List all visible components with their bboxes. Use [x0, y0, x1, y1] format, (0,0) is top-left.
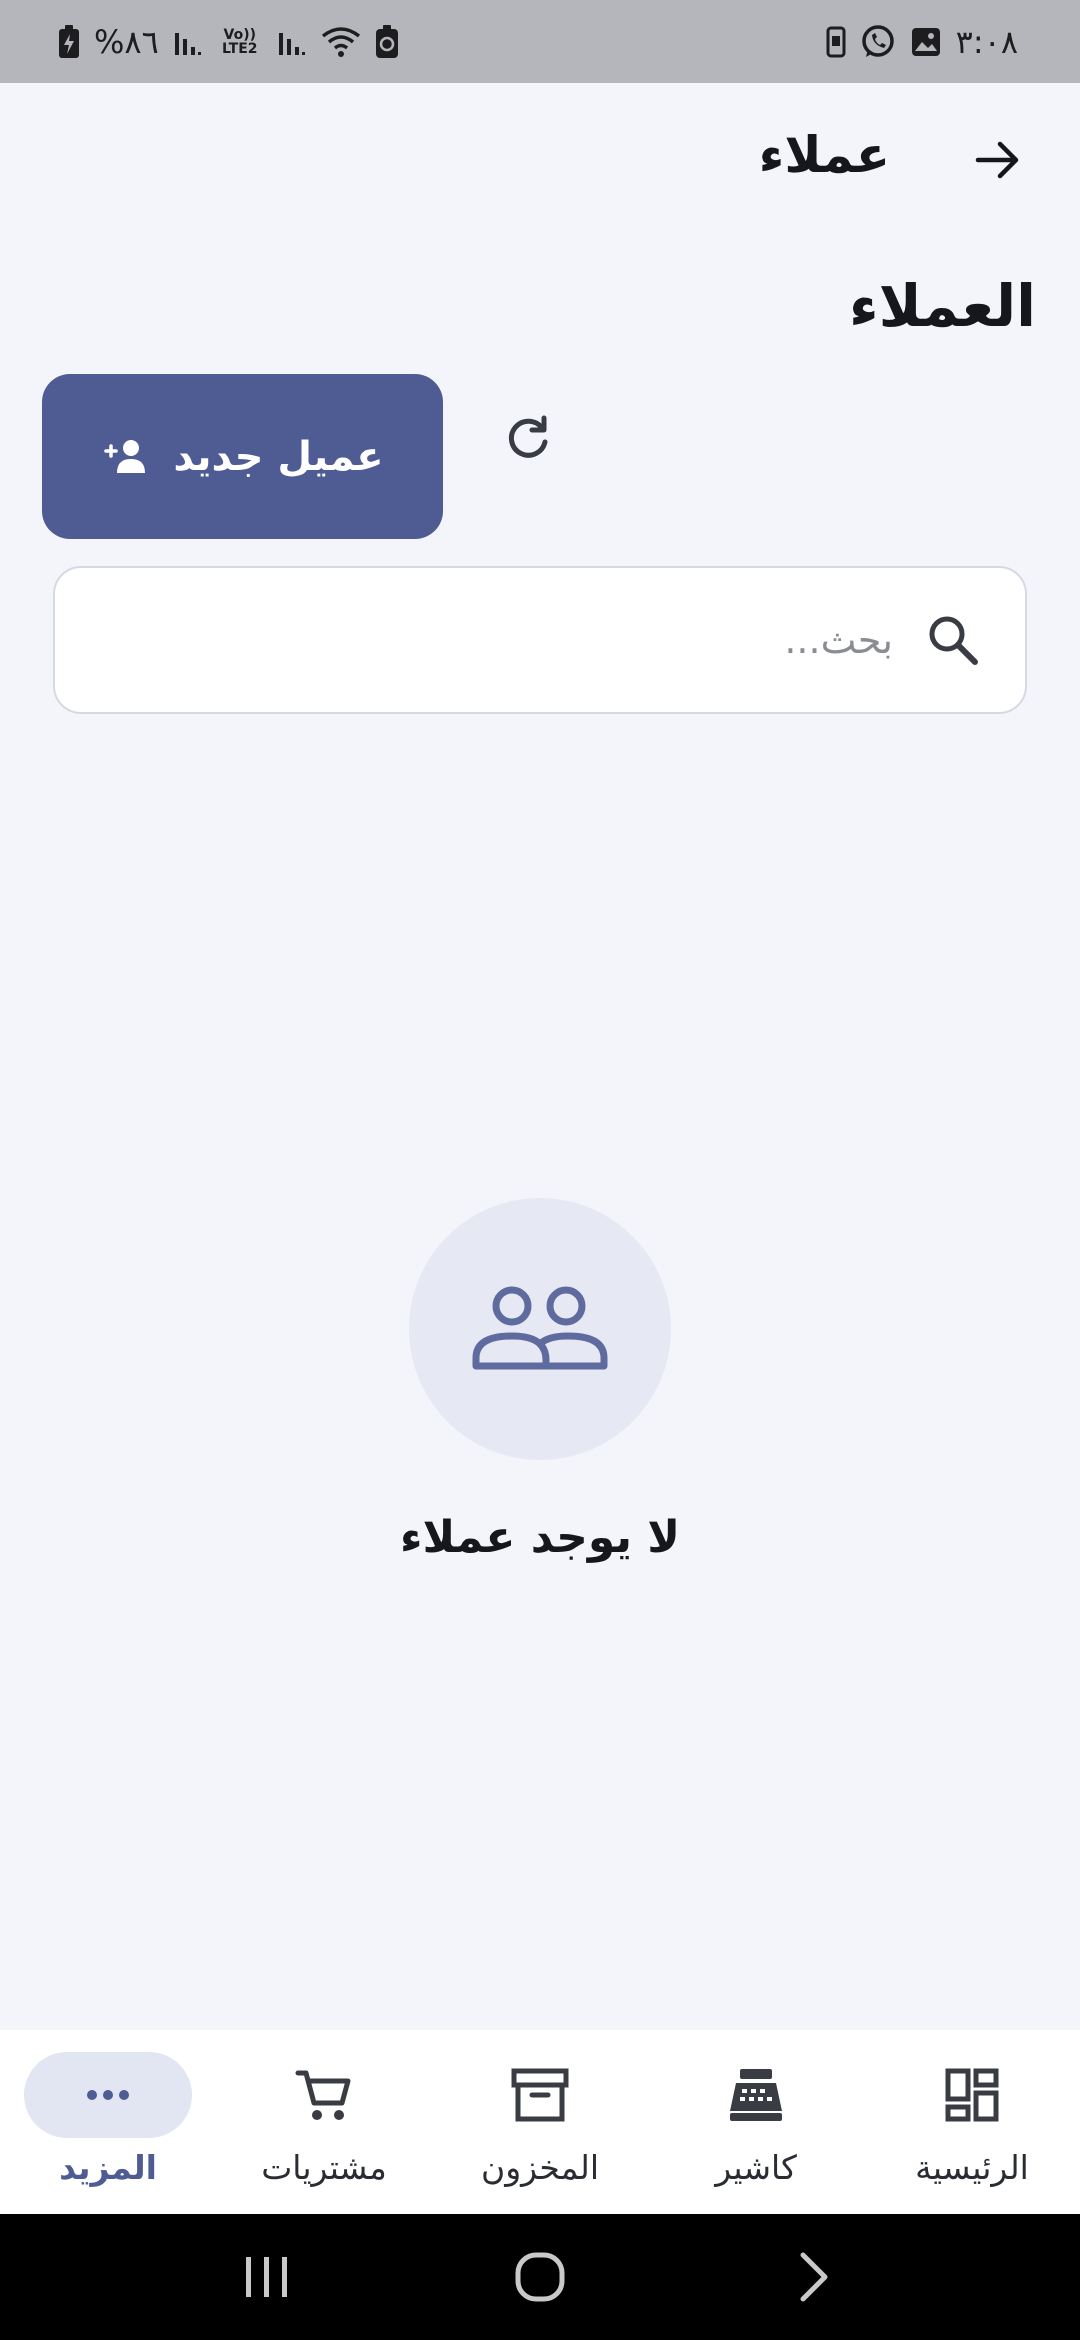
empty-state-message: لا يوجد عملاء — [399, 1512, 681, 1563]
status-bar-right: ٣:٠٨ — [826, 23, 1018, 61]
nav-item-inventory[interactable]: المخزون — [432, 2030, 648, 2214]
search-box — [53, 566, 1027, 714]
network-label: Vo)) LTE2 — [222, 26, 258, 57]
refresh-button[interactable] — [496, 406, 560, 470]
cash-register-icon — [730, 2069, 782, 2121]
status-bar-left: %٨٦ Vo)) LTE2 — [58, 23, 399, 61]
new-customer-label: عميل جديد — [173, 433, 384, 480]
back-nav-button[interactable] — [773, 2237, 853, 2317]
nav-icon-container — [240, 2052, 408, 2138]
people-icon — [472, 1286, 608, 1370]
nav-item-purchases[interactable]: مشتريات — [216, 2030, 432, 2214]
arrow-right-icon — [975, 141, 1019, 179]
nav-item-more[interactable]: المزيد — [0, 2030, 216, 2214]
nav-label: مشتريات — [261, 2148, 387, 2187]
notification-device-icon — [826, 26, 846, 58]
dashboard-icon — [945, 2068, 999, 2122]
recent-apps-button[interactable] — [227, 2237, 307, 2317]
whatsapp-icon — [860, 24, 896, 60]
chevron-right-icon — [800, 2252, 828, 2302]
customers-screen: %٨٦ Vo)) LTE2 ٣:٠٨ عملاء العملاء عميل جد… — [0, 0, 1080, 2340]
system-navigation-bar — [0, 2214, 1080, 2340]
nav-item-home[interactable]: الرئيسية — [864, 2030, 1080, 2214]
page-title: عملاء — [758, 126, 890, 184]
refresh-icon — [508, 415, 548, 458]
nav-label: المزيد — [59, 2148, 157, 2187]
signal-icon — [173, 27, 203, 57]
battery-level: %٨٦ — [94, 22, 159, 61]
recent-apps-icon — [245, 2257, 287, 2297]
nav-label: كاشير — [715, 2148, 797, 2187]
search-icon — [925, 612, 981, 668]
empty-state-illustration — [409, 1198, 671, 1460]
recycle-battery-icon — [375, 24, 399, 59]
battery-icon — [58, 24, 80, 59]
gallery-icon — [910, 26, 942, 58]
search-input[interactable] — [95, 600, 893, 680]
person-add-icon — [104, 439, 146, 473]
home-circle-icon — [515, 2252, 565, 2302]
nav-label: الرئيسية — [915, 2148, 1029, 2187]
status-bar: %٨٦ Vo)) LTE2 ٣:٠٨ — [0, 0, 1080, 83]
signal-icon-2 — [277, 27, 307, 57]
app-header: عملاء — [0, 120, 1080, 200]
nav-icon-container — [456, 2052, 624, 2138]
archive-box-icon — [511, 2068, 569, 2122]
more-horizontal-icon — [87, 2090, 129, 2100]
back-button[interactable] — [966, 128, 1030, 192]
nav-label: المخزون — [481, 2148, 599, 2187]
nav-icon-container — [888, 2052, 1056, 2138]
bottom-navigation: المزيد مشتريات المخزون كاشير الرئيسية — [0, 2030, 1080, 2214]
home-button[interactable] — [500, 2237, 580, 2317]
nav-icon-container — [24, 2052, 192, 2138]
clock: ٣:٠٨ — [955, 22, 1018, 61]
nav-icon-container — [672, 2052, 840, 2138]
cart-icon — [295, 2070, 351, 2120]
nav-item-cashier[interactable]: كاشير — [648, 2030, 864, 2214]
wifi-icon — [321, 26, 361, 58]
section-title: العملاء — [849, 272, 1036, 340]
new-customer-button[interactable]: عميل جديد — [42, 374, 443, 539]
